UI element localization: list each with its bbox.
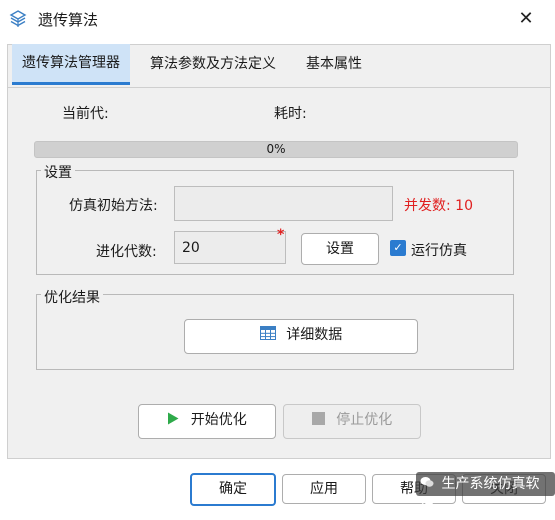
elapsed-time-label: 耗时: — [274, 106, 307, 122]
required-mark: * — [277, 227, 285, 243]
generations-label: 进化代数: — [96, 244, 157, 260]
ok-button[interactable]: 确定 — [190, 473, 276, 506]
stop-optimization-button[interactable]: 停止优化 — [283, 404, 421, 439]
run-simulation-label: 运行仿真 — [411, 243, 467, 259]
results-group-title: 优化结果 — [41, 287, 103, 307]
wechat-icon — [420, 472, 434, 496]
stop-optimization-label: 停止优化 — [336, 412, 393, 428]
tab-ga-manager[interactable]: 遗传算法管理器 — [12, 44, 130, 85]
generations-input[interactable]: 20 — [174, 231, 286, 264]
stop-icon — [311, 411, 325, 429]
settings-group-title: 设置 — [41, 162, 75, 182]
current-generation-label: 当前代: — [62, 106, 109, 122]
apply-button[interactable]: 应用 — [282, 474, 366, 504]
window-title: 遗传算法 — [38, 11, 99, 29]
play-icon — [167, 412, 179, 429]
app-logo-icon — [9, 10, 27, 28]
init-method-label: 仿真初始方法: — [69, 198, 158, 214]
tab-basic-properties[interactable]: 基本属性 — [296, 44, 372, 85]
progress-text: 0% — [266, 142, 286, 156]
start-optimization-button[interactable]: 开始优化 — [138, 404, 276, 439]
close-window-icon[interactable]: ✕ — [515, 8, 537, 30]
init-method-field[interactable] — [174, 186, 393, 221]
concurrency-text: 并发数: 10 — [404, 198, 473, 214]
detail-data-button[interactable]: 详细数据 — [184, 319, 418, 354]
detail-data-label: 详细数据 — [286, 327, 343, 343]
start-optimization-label: 开始优化 — [190, 412, 247, 428]
tab-algorithm-parameters[interactable]: 算法参数及方法定义 — [140, 44, 286, 85]
run-simulation-checkbox[interactable]: ✓ — [390, 240, 406, 256]
watermark-badge: 生产系统仿真软件 — [416, 472, 555, 516]
table-icon — [259, 326, 276, 344]
set-button[interactable]: 设置 — [301, 233, 379, 265]
